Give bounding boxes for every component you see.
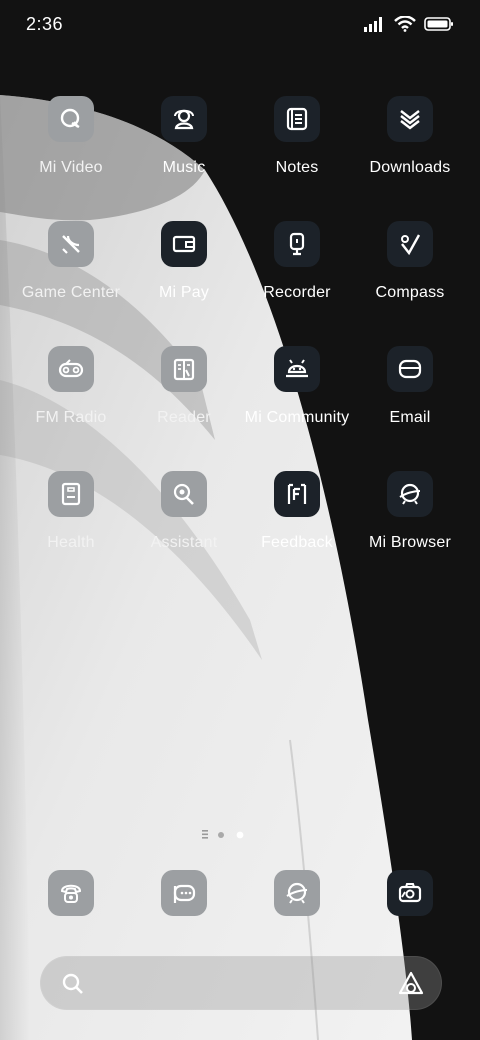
game-center-icon: [48, 221, 94, 267]
music-icon: [161, 96, 207, 142]
app-label: Assistant: [150, 534, 218, 551]
wifi-icon: [394, 16, 416, 32]
app-compass[interactable]: Compass: [350, 221, 470, 331]
camera-icon[interactable]: [387, 870, 433, 916]
app-label: Downloads: [369, 159, 451, 176]
app-label: Game Center: [21, 284, 121, 301]
app-reader[interactable]: Reader: [124, 346, 244, 456]
compass-icon: [387, 221, 433, 267]
app-assistant[interactable]: Assistant: [124, 471, 244, 581]
phone-icon[interactable]: [48, 870, 94, 916]
page-dot-active[interactable]: [236, 831, 244, 839]
app-label: Mi Pay: [158, 284, 210, 301]
app-label: Music: [162, 159, 206, 176]
app-notes[interactable]: Notes: [237, 96, 357, 206]
app-fm-radio[interactable]: FM Radio: [11, 346, 131, 456]
app-label: Mi Browser: [368, 534, 451, 551]
app-label: Mi Video: [39, 159, 103, 176]
status-icons: [364, 16, 454, 32]
battery-icon: [424, 17, 453, 31]
app-mi-pay[interactable]: Mi Pay: [124, 221, 244, 331]
app-recorder[interactable]: Recorder: [237, 221, 357, 331]
app-music[interactable]: Music: [124, 96, 244, 206]
app-label: Mi Community: [244, 409, 350, 426]
app-email[interactable]: Email: [350, 346, 470, 456]
community-icon: [274, 346, 320, 392]
assistant-icon: [161, 471, 207, 517]
app-label: Health: [47, 534, 95, 551]
browser-icon: [387, 471, 433, 517]
app-mi-community[interactable]: Mi Community: [237, 346, 357, 456]
app-label: Reader: [157, 409, 211, 426]
search-icon[interactable]: [61, 972, 85, 996]
app-label: Feedback: [261, 534, 333, 551]
signal-icon: [364, 17, 382, 32]
app-label: Recorder: [263, 284, 331, 301]
app-mi-video[interactable]: Mi Video: [11, 96, 131, 206]
video-icon: [48, 96, 94, 142]
page-indicator[interactable]: [200, 829, 260, 841]
app-label: Email: [389, 409, 431, 426]
app-health[interactable]: Health: [11, 471, 131, 581]
assistant-triangle-icon[interactable]: [397, 970, 425, 998]
app-feedback[interactable]: Feedback: [237, 471, 357, 581]
notes-icon: [274, 96, 320, 142]
browser-icon[interactable]: [274, 870, 320, 916]
feedback-icon: [274, 471, 320, 517]
search-bar[interactable]: [40, 956, 442, 1010]
app-mi-browser[interactable]: Mi Browser: [350, 471, 470, 581]
page-dot[interactable]: [218, 832, 224, 838]
downloads-icon: [387, 96, 433, 142]
app-downloads[interactable]: Downloads: [350, 96, 470, 206]
app-label: Compass: [375, 284, 445, 301]
dock: [0, 870, 480, 920]
wallet-icon: [161, 221, 207, 267]
app-game-center[interactable]: Game Center: [11, 221, 131, 331]
email-icon: [387, 346, 433, 392]
messages-icon[interactable]: [161, 870, 207, 916]
status-time: 2:36: [26, 14, 64, 34]
health-icon: [48, 471, 94, 517]
status-bar: 2:36: [0, 0, 480, 52]
app-label: Notes: [275, 159, 319, 176]
app-label: FM Radio: [35, 409, 107, 426]
radio-icon: [48, 346, 94, 392]
reader-icon: [161, 346, 207, 392]
recorder-icon: [274, 221, 320, 267]
page-dot-home-menu[interactable]: [202, 830, 208, 839]
